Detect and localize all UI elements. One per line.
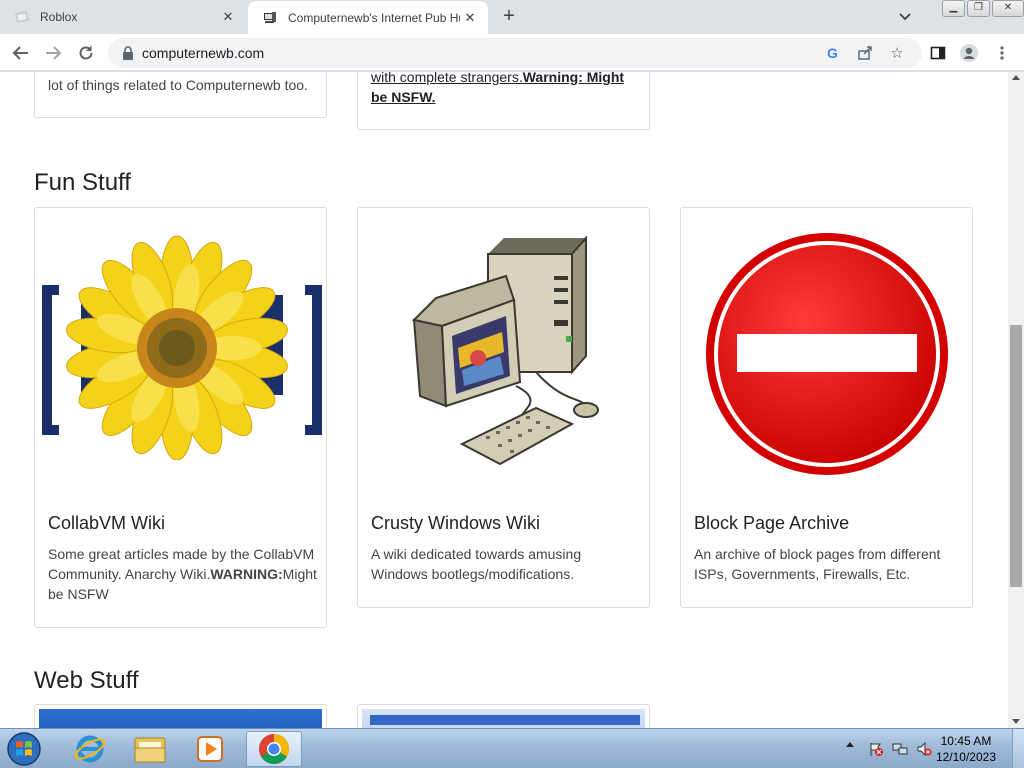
svg-text:G: G (827, 45, 838, 61)
card-description: A wiki dedicated towards amusing Windows… (371, 546, 582, 582)
internet-explorer-icon (74, 735, 106, 763)
card-title[interactable]: CollabVM Wiki (48, 513, 165, 534)
tab-strip: Roblox ✕ Computernewb's Internet Pub Hu … (0, 0, 1024, 35)
top-card-middle: with complete strangers.Warning: Might b… (357, 72, 650, 130)
more-menu-icon[interactable] (991, 42, 1013, 64)
windows-taskbar: 10:45 AM 12/10/2023 (0, 728, 1024, 768)
window-controls: ▁ ❐ ✕ (940, 0, 1024, 18)
bookmark-star-icon[interactable]: ☆ (888, 44, 906, 62)
card-block-page-archive[interactable]: Block Page Archive An archive of block p… (680, 207, 973, 608)
scrollbar-thumb[interactable] (1010, 325, 1022, 587)
tab-search-chevron-icon[interactable] (895, 9, 915, 25)
computernewb-favicon-icon (264, 12, 276, 23)
share-icon[interactable] (856, 44, 874, 62)
close-tab-icon[interactable]: ✕ (218, 7, 238, 27)
taskbar-file-explorer[interactable] (122, 731, 178, 767)
scroll-up-arrow-icon[interactable] (1012, 75, 1020, 80)
retro-computer-icon[interactable] (406, 236, 606, 471)
card-description: with complete strangers.Warning: Might b… (371, 72, 641, 107)
scroll-down-arrow-icon[interactable] (1012, 719, 1020, 724)
profile-avatar-icon[interactable] (958, 42, 980, 64)
no-entry-sign-icon[interactable] (705, 232, 949, 476)
card-screenshot-image[interactable] (362, 709, 645, 728)
tab-computernewb[interactable]: Computernewb's Internet Pub Hu ✕ (248, 1, 488, 35)
taskbar-clock[interactable]: 10:45 AM 12/10/2023 (936, 733, 996, 765)
media-player-icon (197, 736, 223, 762)
taskbar-chrome[interactable] (246, 731, 302, 767)
restore-button[interactable]: ❐ (967, 0, 990, 17)
minimize-button[interactable]: ▁ (942, 0, 965, 17)
card-description: lot of things related to Computernewb to… (48, 77, 308, 93)
card-screenshot-image[interactable] (39, 709, 322, 728)
tab-roblox[interactable]: Roblox ✕ (0, 0, 246, 34)
window-close-button[interactable]: ✕ (992, 0, 1024, 17)
top-card-left: lot of things related to Computernewb to… (34, 72, 327, 118)
url-text[interactable]: computernewb.com (142, 45, 264, 61)
volume-muted-icon[interactable] (916, 741, 932, 757)
reload-icon[interactable] (75, 42, 97, 64)
section-heading-fun-stuff: Fun Stuff (34, 169, 131, 196)
roblox-favicon-icon (15, 11, 29, 23)
google-lens-icon[interactable]: G (824, 44, 842, 62)
card-collabvm-wiki[interactable]: CollabVM Wiki Some great articles made b… (34, 207, 327, 628)
lock-icon[interactable] (122, 46, 134, 60)
taskbar-media-player[interactable] (182, 731, 238, 767)
close-tab-icon[interactable]: ✕ (460, 8, 480, 28)
card-web-stuff-1[interactable] (34, 704, 327, 728)
card-web-stuff-2[interactable] (357, 704, 650, 728)
card-crusty-windows-wiki[interactable]: Crusty Windows Wiki A wiki dedicated tow… (357, 207, 650, 608)
start-button-icon[interactable] (4, 731, 44, 767)
back-arrow-icon[interactable] (10, 42, 32, 64)
card-description: Some great articles made by the CollabVM… (48, 544, 318, 604)
card-title[interactable]: Block Page Archive (694, 513, 849, 534)
taskbar-internet-explorer[interactable] (62, 731, 118, 767)
network-icon[interactable] (892, 741, 908, 757)
collabvm-sunflower-logo[interactable] (41, 230, 323, 460)
side-panel-icon[interactable] (927, 42, 949, 64)
system-tray: 10:45 AM 12/10/2023 (824, 729, 1024, 768)
new-tab-button[interactable]: + (498, 6, 520, 27)
window-titlebar-thumbnail (370, 715, 640, 725)
page-scrollbar[interactable] (1008, 72, 1024, 728)
forward-arrow-icon[interactable] (42, 42, 64, 64)
browser-toolbar: computernewb.com G ☆ (0, 34, 1024, 71)
section-heading-web-stuff: Web Stuff (34, 667, 139, 694)
show-desktop-button[interactable] (1012, 729, 1024, 768)
card-title[interactable]: Crusty Windows Wiki (371, 513, 540, 534)
action-center-flag-icon[interactable] (868, 741, 884, 757)
address-bar[interactable]: computernewb.com G ☆ (108, 38, 922, 68)
folder-icon (134, 737, 166, 763)
chrome-icon (258, 734, 290, 765)
tab-title: Roblox (40, 10, 78, 24)
card-link[interactable]: with complete strangers. (371, 72, 523, 85)
clock-date: 12/10/2023 (935, 750, 996, 764)
tab-title: Computernewb's Internet Pub Hu (288, 11, 460, 25)
card-description: An archive of block pages from different… (694, 546, 941, 582)
warning-label: WARNING: (210, 566, 283, 582)
clock-time: 10:45 AM (940, 734, 992, 748)
page-viewport: lot of things related to Computernewb to… (0, 72, 1008, 728)
show-hidden-icons-arrow-icon[interactable] (846, 742, 854, 747)
